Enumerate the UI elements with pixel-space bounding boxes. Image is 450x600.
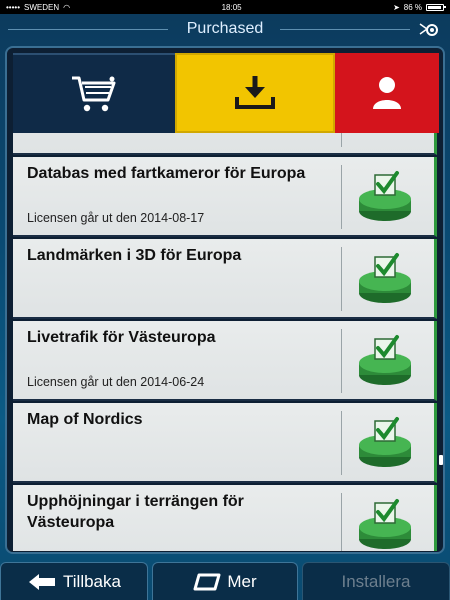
item-name: Map of Nordics: [27, 411, 143, 428]
title-divider-right: [280, 29, 410, 30]
scrollbar-thumb[interactable]: [439, 455, 443, 465]
back-arrow-icon: [29, 573, 56, 590]
title-bar: Purchased: [0, 14, 450, 44]
more-button-label: Mer: [227, 571, 257, 591]
list-item[interactable]: Upphöjningar i terrängen för Västeuropa: [13, 485, 437, 551]
wifi-icon: ◠: [63, 2, 71, 12]
more-button[interactable]: Mer: [152, 562, 298, 600]
user-icon: [373, 77, 401, 109]
row-divider: [341, 133, 342, 147]
page-title: Purchased: [186, 20, 264, 37]
list-item[interactable]: Map of Nordics: [13, 403, 437, 483]
item-name: Livetrafik för Västeuropa: [27, 329, 216, 346]
bottom-toolbar: Tillbaka Mer Installera: [0, 560, 450, 600]
shopping-cart-icon: [72, 76, 116, 112]
row-divider: [341, 493, 342, 551]
item-name: Upphöjningar i terrängen för Västeuropa: [27, 493, 244, 531]
title-divider-left: [8, 29, 168, 30]
license-expiry: Licensen går ut den 2014-06-24: [27, 375, 205, 389]
installed-check-icon[interactable]: [357, 169, 413, 225]
install-button[interactable]: Installera: [302, 562, 450, 600]
installed-check-icon[interactable]: [357, 497, 413, 551]
row-divider: [341, 411, 342, 475]
purchased-list[interactable]: Databas med fartkameror för Europa Licen…: [13, 133, 437, 551]
download-icon: [235, 76, 275, 109]
status-bar: ••••• SWEDEN ◠ 18:05 ➤ 86 %: [0, 0, 450, 14]
row-divider: [341, 247, 342, 311]
installed-check-icon[interactable]: [357, 251, 413, 307]
purchased-panel: Databas med fartkameror för Europa Licen…: [5, 46, 445, 554]
list-item[interactable]: Databas med fartkameror för Europa Licen…: [13, 157, 437, 237]
tab-bar: [13, 53, 439, 133]
signal-icon: •••••: [6, 2, 21, 12]
row-divider: [341, 165, 342, 229]
clock: 18:05: [221, 2, 242, 12]
carrier-label: SWEDEN: [24, 2, 60, 12]
license-expiry: Licensen går ut den 2014-08-17: [27, 211, 205, 225]
more-menu-icon: [193, 573, 221, 590]
item-name: Databas med fartkameror för Europa: [27, 165, 306, 182]
back-button[interactable]: Tillbaka: [0, 562, 148, 600]
gps-status-icon[interactable]: [418, 20, 440, 38]
row-divider: [341, 329, 342, 393]
location-arrow-icon: ➤: [393, 2, 400, 12]
back-button-label: Tillbaka: [63, 571, 121, 591]
battery-icon: [426, 3, 446, 11]
tab-account[interactable]: [335, 53, 439, 133]
tab-purchased[interactable]: [175, 53, 335, 133]
installed-check-icon[interactable]: [357, 415, 413, 471]
list-item[interactable]: Livetrafik för Västeuropa Licensen går u…: [13, 321, 437, 401]
item-name: Landmärken i 3D för Europa: [27, 247, 242, 264]
battery-percent: 86 %: [403, 2, 422, 12]
install-button-label: Installera: [341, 571, 411, 591]
tab-shop[interactable]: [13, 53, 175, 133]
installed-check-icon[interactable]: [357, 333, 413, 389]
list-item[interactable]: Landmärken i 3D för Europa: [13, 239, 437, 319]
list-item[interactable]: [13, 133, 437, 155]
